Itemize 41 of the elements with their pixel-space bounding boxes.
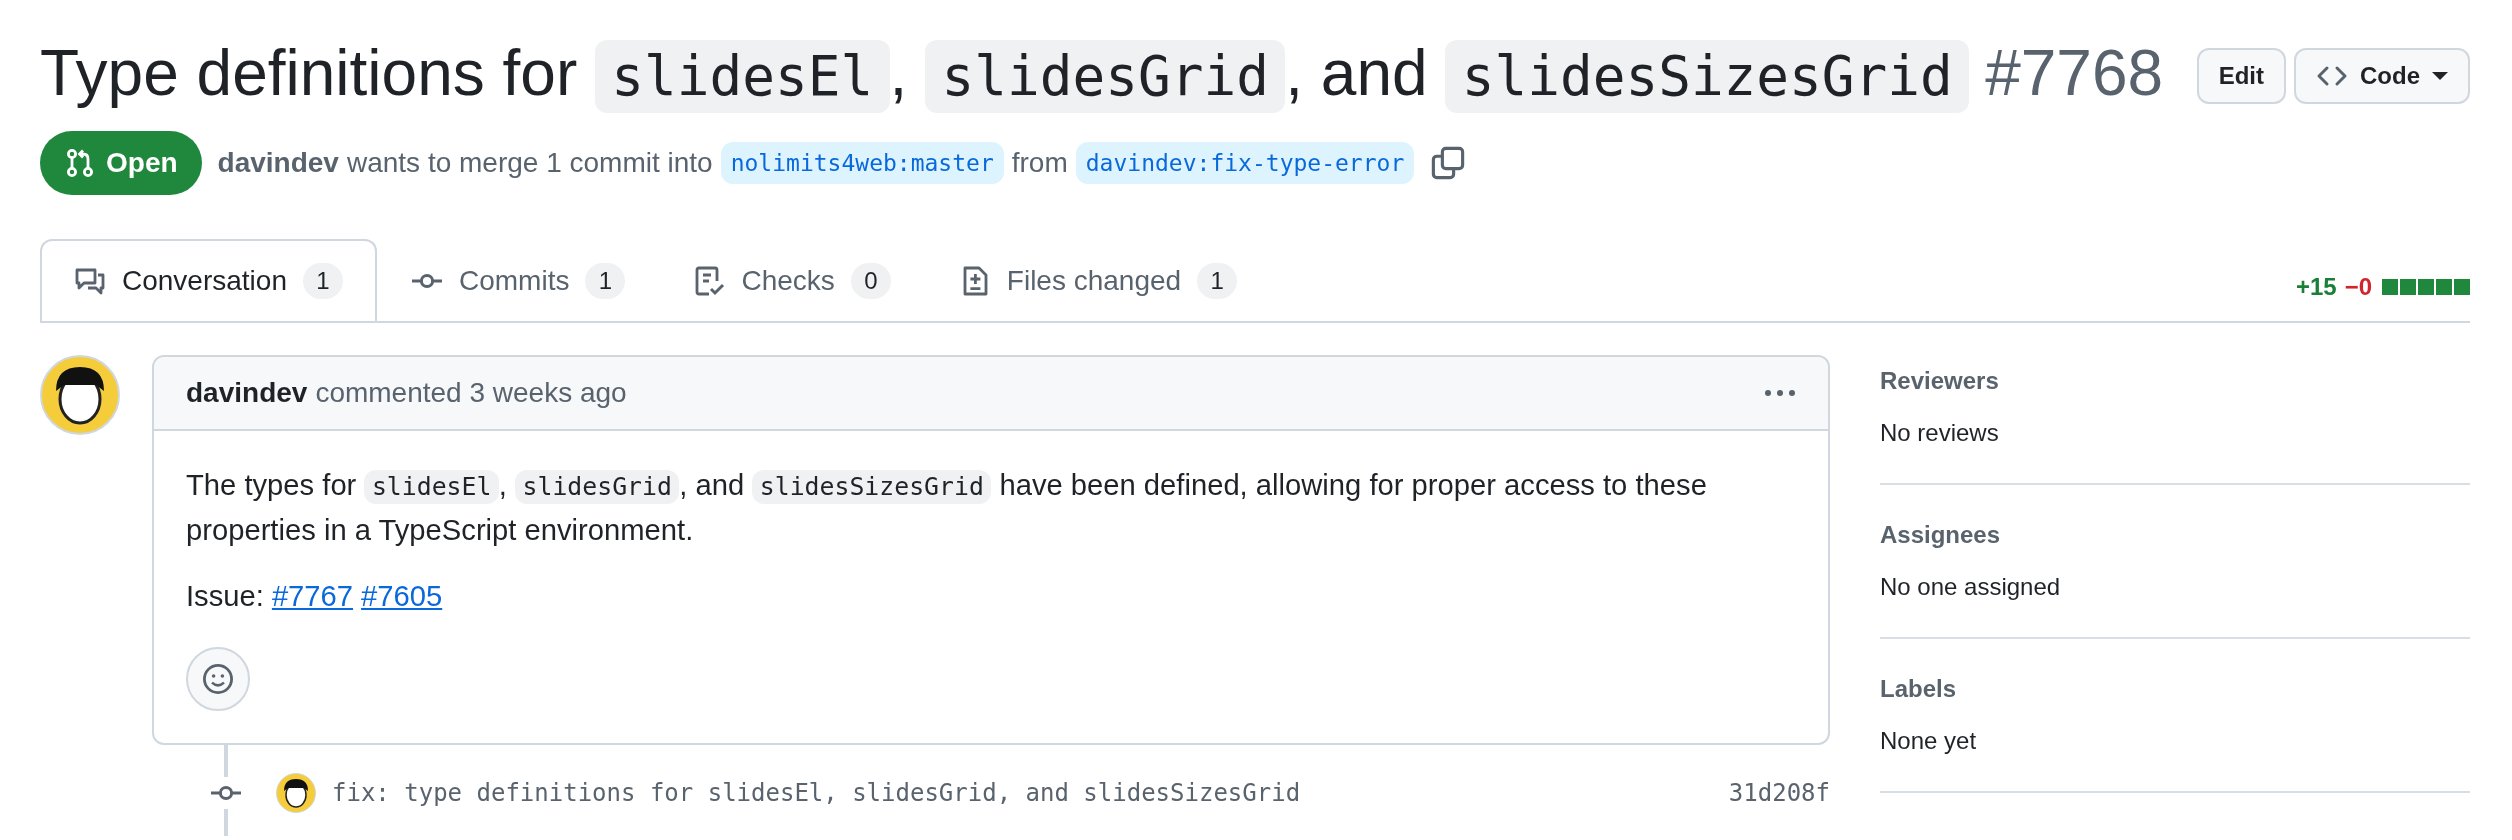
sidebar-heading[interactable]: Labels [1880,671,2470,708]
commit-avatar[interactable] [276,772,316,813]
sidebar-value: No one assigned [1880,572,2062,603]
branch-label[interactable]: davindev:fix-type-error [1075,141,1415,185]
copy-icon[interactable] [1430,145,1467,182]
edit-button[interactable]: Edit [2196,48,2286,104]
commit-message[interactable]: fix: type definitions for slidesEl, slidesGrid, and slidesSizesGrid [332,774,1301,811]
caret-icon [2432,72,2448,80]
tab-counter: 0 [850,263,891,300]
commit-sha[interactable]: 31d208f [1728,774,1830,811]
tab-counter: 1 [303,263,343,300]
deletions-count: −0 [2344,272,2372,303]
author-link[interactable]: davindev [186,372,308,415]
issue-link[interactable]: #7767 [271,573,354,619]
status-badge: Open [40,131,202,196]
branch-label[interactable]: nolimits4web:master [720,141,1004,185]
tab-counter: 1 [1197,263,1238,300]
pull-request-icon [64,147,96,180]
comment-text: The types for slidesEl , slidesGrid , and slidesSizesGrid have been defined, allowing for proper access to these properties in a TypeScript environment. [186,468,1708,549]
merge-text: wants to merge 1 commit into [346,146,713,181]
tab[interactable]: Checks 0 [659,239,925,322]
code-button[interactable]: Code [2294,48,2470,104]
kebab-menu-icon[interactable] [1764,389,1796,398]
additions-count: +15 [2295,272,2337,303]
author-link[interactable]: davindev [217,142,339,185]
pr-title: Type definitions for slidesEl , slidesGrid , and slidesSizesGrid [40,32,1970,116]
merge-text: from [1011,146,1068,181]
pr-number: #7768 [1985,36,2164,111]
tab-counter: 1 [585,263,626,300]
comment-meta: commented 3 weeks ago [315,376,627,411]
sidebar-value: None yet [1880,726,1978,757]
tab[interactable]: Files changed 1 [924,239,1272,322]
smiley-icon [202,662,234,695]
checklist-icon [693,265,726,298]
tab[interactable]: Conversation 1 [40,239,377,322]
sidebar-heading[interactable]: Reviewers [1880,363,2470,400]
tab[interactable]: Commits 1 [377,239,660,322]
issue-label: Issue: [186,578,264,614]
issue-link[interactable]: #7605 [361,573,443,619]
sidebar-heading[interactable]: Assignees [1880,517,2470,554]
sidebar-value: No reviews [1880,418,2000,449]
